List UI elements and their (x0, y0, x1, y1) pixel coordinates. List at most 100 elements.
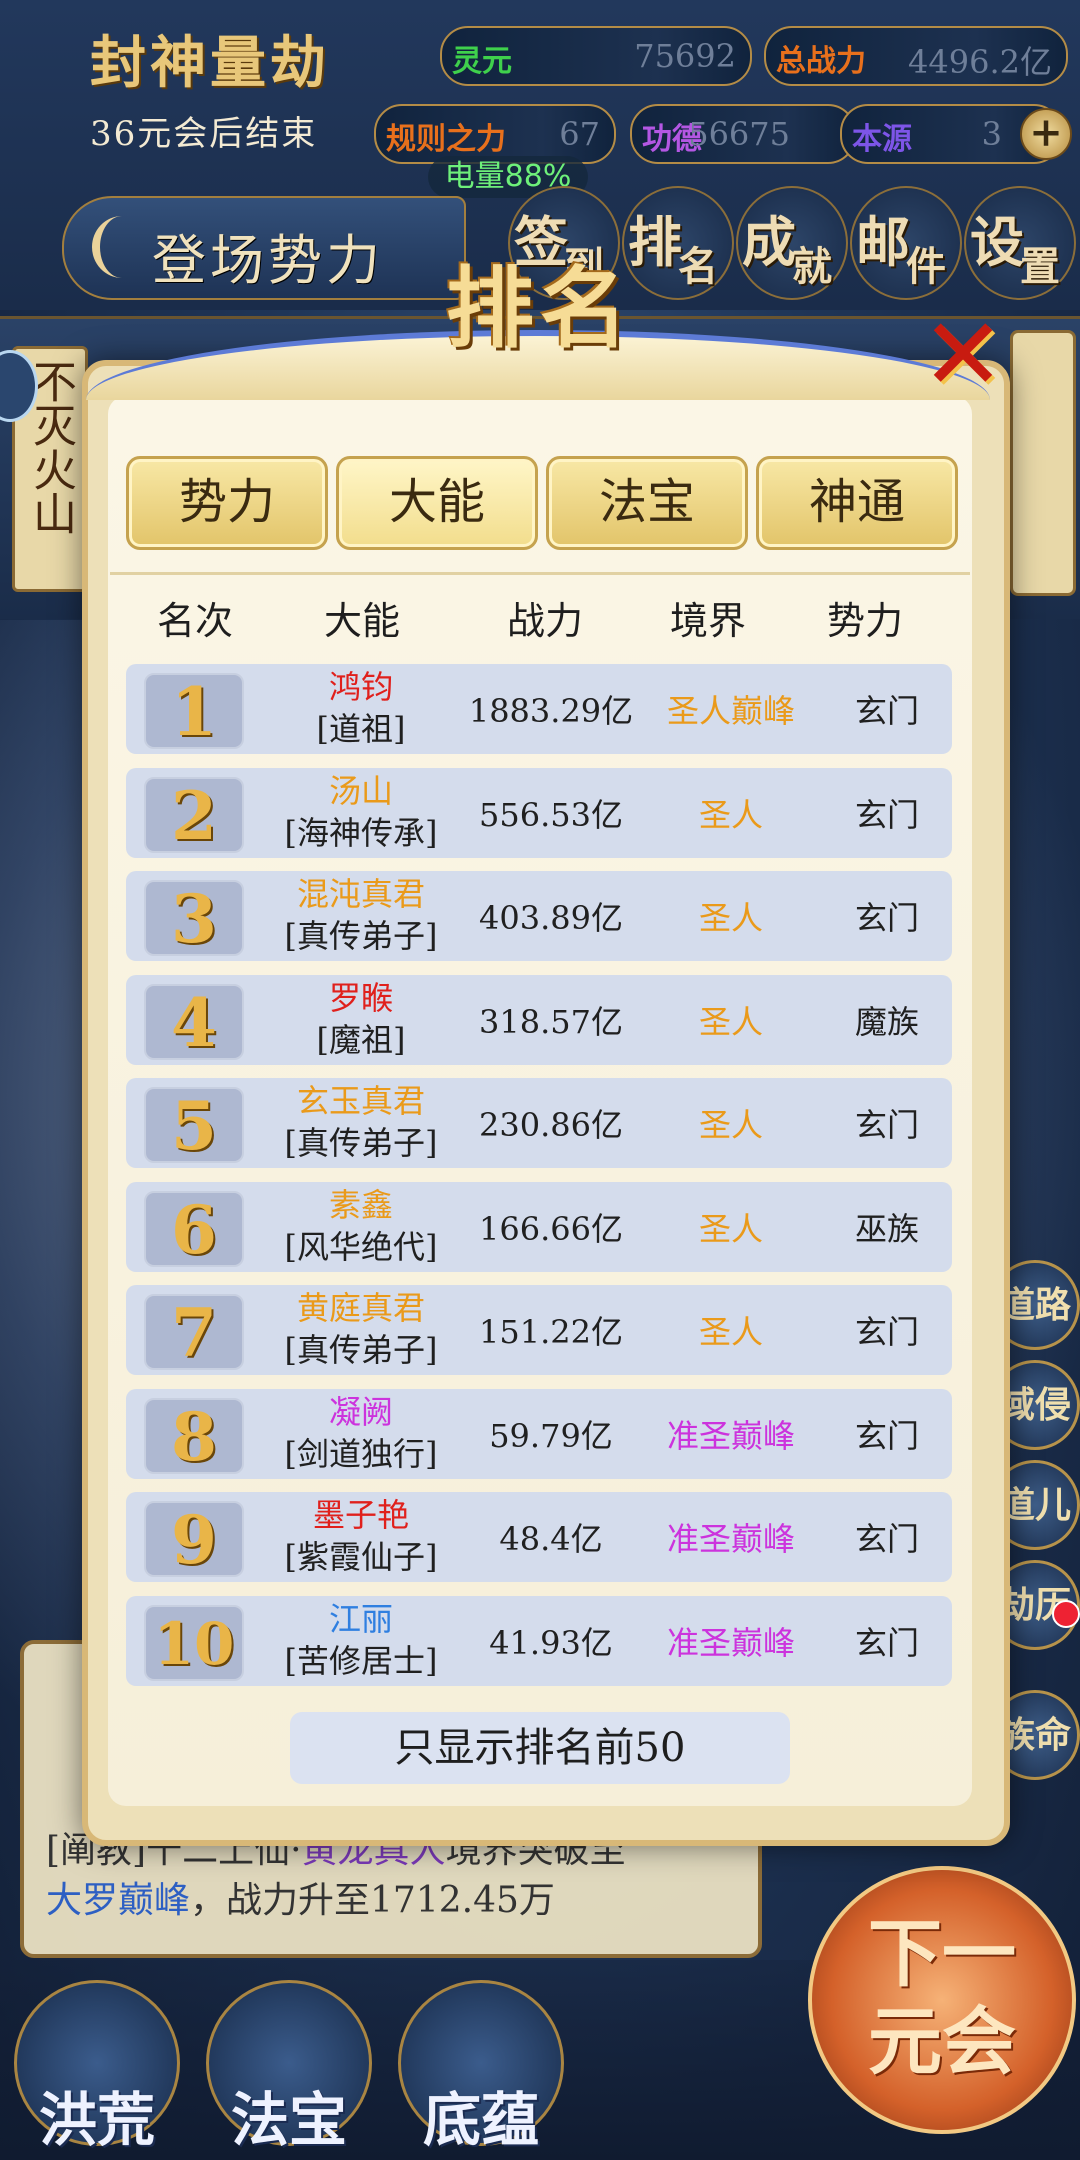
column-header-power: 战力 (506, 599, 583, 643)
expert-realm: 准圣巅峰 (666, 1416, 795, 1455)
rank-badge: 2 (144, 776, 244, 853)
nav-achievement-button[interactable]: 成就 (736, 186, 848, 300)
stat-value: 56675 (688, 115, 790, 153)
expert-power: 151.22亿 (479, 1313, 623, 1351)
ranking-row[interactable]: 10 江丽 [苦修居士] 41.93亿 准圣巅峰 玄门 (126, 1595, 952, 1686)
tab-faction[interactable]: 势力 (126, 456, 328, 550)
expert-faction: 玄门 (854, 692, 919, 730)
expert-faction: 玄门 (854, 1623, 919, 1662)
expert-power: 230.86亿 (479, 1106, 623, 1144)
nav-label: 成 (742, 210, 796, 274)
top50-note: 只显示排名前50 (290, 1712, 790, 1784)
tab-skill[interactable]: 神通 (756, 456, 958, 550)
stat-label: 灵元 (452, 44, 512, 79)
expert-name: 罗睺 (328, 978, 393, 1017)
rank-badge: 8 (144, 1397, 244, 1474)
tab-expert[interactable]: 大能 (336, 456, 538, 550)
rank-badge: 10 (144, 1604, 244, 1681)
expert-name: 凝阙 (328, 1392, 393, 1431)
expert-title: [苦修居士] (284, 1641, 438, 1680)
column-header-realm: 境界 (669, 599, 746, 643)
stat-label: 规则之力 (386, 122, 506, 157)
expert-title: [道祖] (316, 710, 406, 748)
nav-label-sub: 名 (678, 243, 718, 290)
rank-badge: 1 (144, 673, 244, 749)
log-suffix: ，战力升至1712.45万 (190, 1880, 555, 1921)
stat-lingyuan: 灵元 75692 (440, 26, 752, 86)
expert-title: [真传弟子] (284, 1331, 438, 1369)
stat-value: 4496.2亿 (908, 43, 1052, 81)
expert-name: 汤山 (328, 771, 393, 810)
stat-value: 3 (981, 115, 1002, 153)
ranking-row[interactable]: 8 凝阙 [剑道独行] 59.79亿 准圣巅峰 玄门 (126, 1388, 952, 1479)
expert-title: [紫霞仙子] (284, 1538, 438, 1576)
ranking-row[interactable]: 2 汤山 [海神传承] 556.53亿 圣人 玄门 (126, 767, 952, 858)
expert-title: [真传弟子] (284, 917, 438, 955)
tab-treasure[interactable]: 法宝 (546, 456, 748, 550)
stat-value: 75692 (634, 37, 736, 75)
expert-title: [海神传承] (284, 813, 438, 852)
expert-realm: 圣人 (698, 1313, 763, 1351)
expert-power: 48.4亿 (499, 1520, 603, 1558)
expert-faction: 玄门 (854, 1313, 919, 1351)
expert-faction: 玄门 (854, 795, 919, 834)
expert-title: [风华绝代] (284, 1227, 438, 1266)
log-realm: 大罗巅峰 (46, 1880, 191, 1921)
expert-power: 59.79亿 (489, 1416, 613, 1455)
bottom-button-fabao[interactable]: 法宝 (206, 1980, 372, 2154)
stat-label: 总战力 (776, 44, 866, 79)
rank-badge: 4 (144, 983, 244, 1060)
crescent-icon (92, 216, 152, 278)
nav-label-sub: 置 (1020, 243, 1060, 290)
expert-title: [魔祖] (316, 1020, 406, 1059)
expert-faction: 玄门 (854, 899, 919, 937)
game-title: 封神量劫 (90, 30, 330, 96)
expert-name: 墨子艳 (312, 1496, 409, 1534)
expert-realm: 圣人 (698, 1106, 763, 1144)
ranking-row[interactable]: 1 鸿钧 [道祖] 1883.29亿 圣人巅峰 玄门 (126, 664, 952, 754)
expert-faction: 玄门 (854, 1520, 919, 1558)
next-era-label-1: 下一 (868, 1911, 1016, 1997)
close-icon[interactable]: ✕ (918, 305, 1008, 405)
modal-title: 排名 (445, 256, 634, 360)
expert-power: 556.53亿 (479, 795, 623, 834)
expert-faction: 魔族 (854, 1002, 919, 1041)
bottom-button-diyun[interactable]: 底蕴 (398, 1980, 564, 2154)
ranking-row[interactable]: 6 素鑫 [风华绝代] 166.66亿 圣人 巫族 (126, 1181, 952, 1272)
expert-realm: 准圣巅峰 (666, 1520, 795, 1558)
nav-mail-button[interactable]: 邮件 (850, 186, 962, 300)
expert-title: [真传弟子] (284, 1124, 438, 1162)
expert-name: 玄玉真君 (296, 1082, 425, 1120)
bottom-button-label: 底蕴 (422, 2086, 539, 2154)
expert-realm: 准圣巅峰 (666, 1623, 795, 1662)
expert-name: 素鑫 (328, 1185, 393, 1224)
ranking-row[interactable]: 9 墨子艳 [紫霞仙子] 48.4亿 准圣巅峰 玄门 (126, 1492, 952, 1582)
next-era-button[interactable]: 下一 元会 (808, 1866, 1076, 2134)
expert-power: 1883.29亿 (468, 692, 634, 730)
expert-power: 166.66亿 (479, 1209, 623, 1248)
expert-name: 黄庭真君 (296, 1289, 425, 1327)
expert-realm: 圣人巅峰 (666, 692, 795, 730)
expert-faction: 玄门 (854, 1416, 919, 1455)
expert-name: 江丽 (328, 1599, 393, 1638)
expert-faction: 巫族 (854, 1209, 919, 1248)
stat-label: 本源 (852, 122, 912, 157)
add-resource-button[interactable]: + (1020, 108, 1072, 160)
ranking-row[interactable]: 3 混沌真君 [真传弟子] 403.89亿 圣人 玄门 (126, 871, 952, 961)
ranking-row[interactable]: 5 玄玉真君 [真传弟子] 230.86亿 圣人 玄门 (126, 1078, 952, 1168)
map-card-right[interactable] (1010, 330, 1076, 596)
expert-faction: 玄门 (854, 1106, 919, 1144)
expert-name: 混沌真君 (296, 875, 425, 913)
column-header-faction: 势力 (826, 599, 903, 643)
expert-name: 鸿钧 (328, 668, 393, 706)
rank-badge: 3 (144, 880, 244, 956)
era-countdown: 36元会后结束 (90, 114, 318, 154)
ranking-row[interactable]: 7 黄庭真君 [真传弟子] 151.22亿 圣人 玄门 (126, 1285, 952, 1375)
faction-entry-label: 登场势力 (152, 229, 384, 292)
stat-merit: 功德 56675 (630, 104, 856, 164)
bottom-button-honghuang[interactable]: 洪荒 (14, 1980, 180, 2154)
ranking-row[interactable]: 4 罗睺 [魔祖] 318.57亿 圣人 魔族 (126, 974, 952, 1065)
stat-total-power: 总战力 4496.2亿 (764, 26, 1068, 86)
bottom-button-label: 洪荒 (38, 2086, 155, 2154)
nav-settings-button[interactable]: 设置 (964, 186, 1076, 300)
